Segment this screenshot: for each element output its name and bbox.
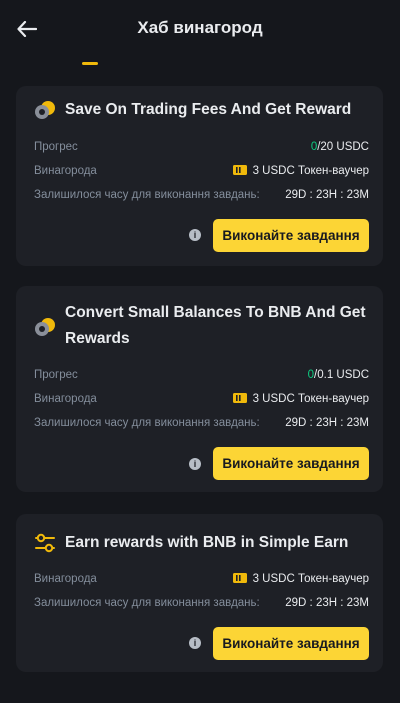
page-title: Хаб винагород: [137, 18, 263, 37]
task-card: Earn rewards with BNB in Simple Earn Вин…: [16, 514, 383, 672]
task-card: Save On Trading Fees And Get Reward Прог…: [16, 86, 383, 266]
reward-row: Винагорода 3 USDC Токен-ваучер: [34, 162, 369, 180]
time-value: 29D : 23H : 23M: [285, 597, 369, 609]
task-card: Convert Small Balances To BNB And Get Re…: [16, 286, 383, 492]
complete-tasks-button[interactable]: Виконайте завдання: [213, 627, 369, 660]
coins-icon: [35, 318, 55, 336]
progress-label: Прогрес: [34, 369, 78, 381]
card-title: Earn rewards with BNB in Simple Earn: [65, 534, 349, 551]
reward-value: 3 USDC Токен-ваучер: [252, 573, 369, 585]
coins-icon: [35, 101, 55, 119]
reward-value: 3 USDC Токен-ваучер: [252, 165, 369, 177]
card-title: Save On Trading Fees And Get Reward: [65, 101, 352, 118]
time-row: Залишилося часу для виконання завдань: 2…: [34, 414, 369, 432]
sliders-icon: [35, 533, 55, 553]
card-title: Convert Small Balances To BNB And Get Re…: [65, 304, 366, 347]
time-label: Залишилося часу для виконання завдань:: [34, 597, 260, 609]
time-row: Залишилося часу для виконання завдань: 2…: [34, 186, 369, 204]
progress-value: 0/20 USDC: [311, 138, 369, 156]
time-row: Залишилося часу для виконання завдань: 2…: [34, 594, 369, 612]
time-label: Залишилося часу для виконання завдань:: [34, 417, 260, 429]
voucher-icon: [232, 393, 247, 403]
progress-target: /20 USDC: [317, 141, 369, 153]
header-bar: Хаб винагород: [0, 0, 400, 60]
reward-row: Винагорода 3 USDC Токен-ваучер: [34, 570, 369, 588]
progress-label: Прогрес: [34, 141, 78, 153]
info-icon[interactable]: i: [189, 637, 201, 649]
progress-value: 0/0.1 USDC: [308, 366, 369, 384]
info-icon[interactable]: i: [189, 229, 201, 241]
reward-label: Винагорода: [34, 165, 97, 177]
time-label: Залишилося часу для виконання завдань:: [34, 189, 260, 201]
tab-indicator: [82, 62, 98, 65]
reward-value-wrap: 3 USDC Токен-ваучер: [232, 570, 369, 588]
time-value: 29D : 23H : 23M: [285, 189, 369, 201]
complete-tasks-button[interactable]: Виконайте завдання: [213, 219, 369, 252]
progress-target: /0.1 USDC: [314, 369, 369, 381]
reward-row: Винагорода 3 USDC Токен-ваучер: [34, 390, 369, 408]
progress-row: Прогрес 0/0.1 USDC: [34, 366, 369, 384]
reward-value: 3 USDC Токен-ваучер: [252, 393, 369, 405]
reward-label: Винагорода: [34, 573, 97, 585]
voucher-icon: [232, 165, 247, 175]
progress-row: Прогрес 0/20 USDC: [34, 138, 369, 156]
time-value: 29D : 23H : 23M: [285, 417, 369, 429]
reward-value-wrap: 3 USDC Токен-ваучер: [232, 390, 369, 408]
complete-tasks-button[interactable]: Виконайте завдання: [213, 447, 369, 480]
reward-value-wrap: 3 USDC Токен-ваучер: [232, 162, 369, 180]
reward-label: Винагорода: [34, 393, 97, 405]
info-icon[interactable]: i: [189, 458, 201, 470]
voucher-icon: [232, 573, 247, 583]
